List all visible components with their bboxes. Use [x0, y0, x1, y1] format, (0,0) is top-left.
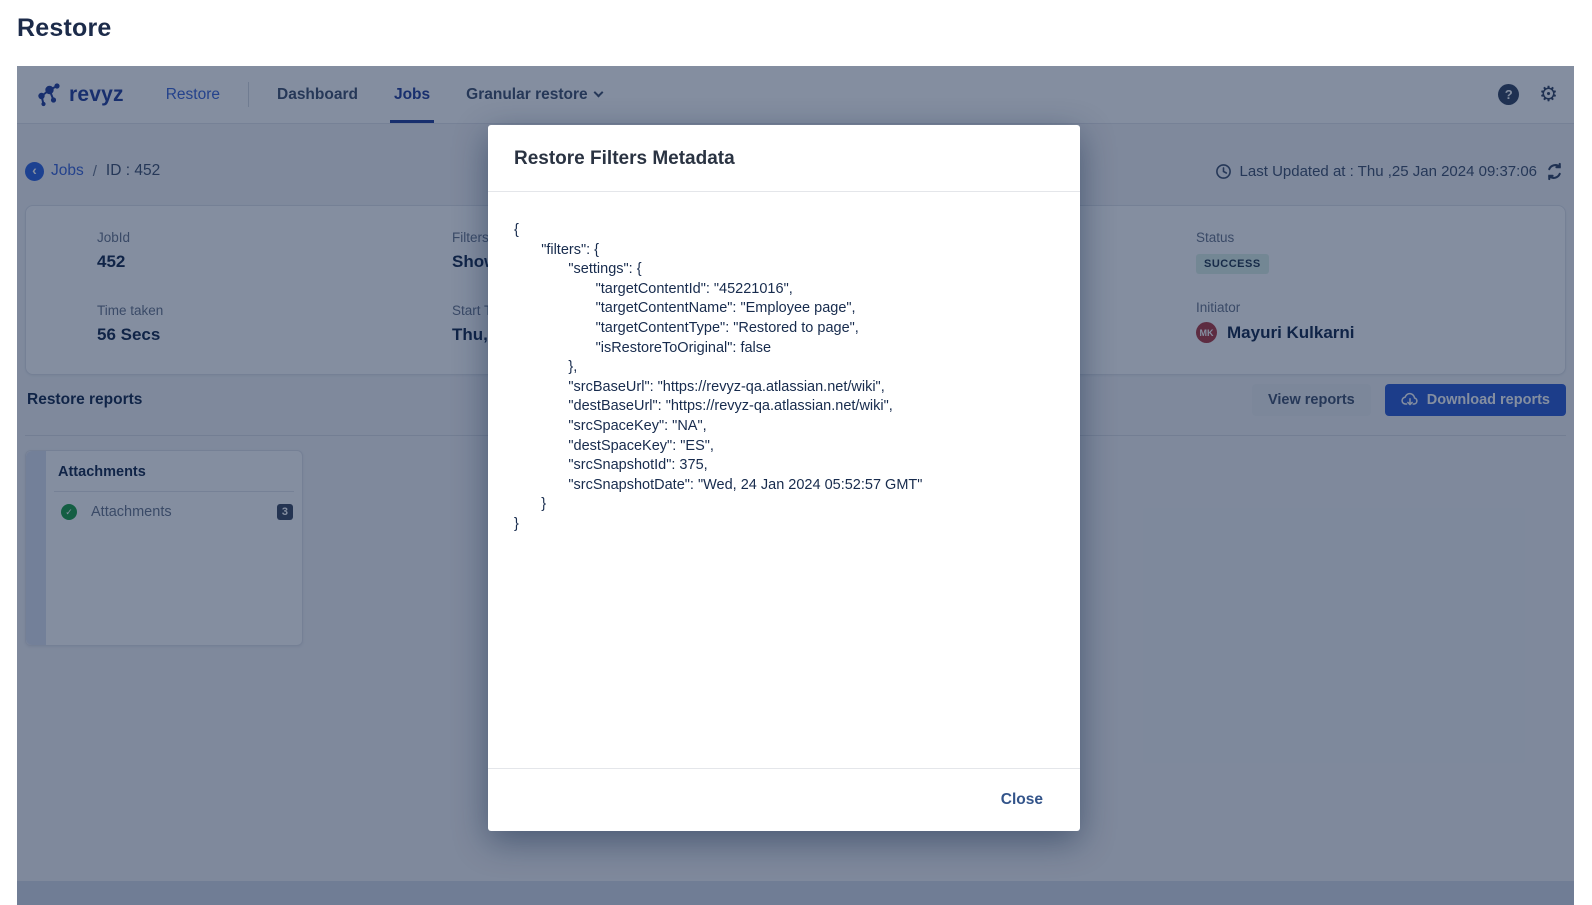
- page-title: Restore: [17, 14, 112, 42]
- json-line: "srcBaseUrl": "https://revyz-qa.atlassia…: [568, 378, 885, 395]
- json-line: }: [514, 515, 519, 532]
- json-line: "filters": {: [541, 241, 600, 258]
- json-line: "targetContentType": "Restored to page",: [595, 319, 859, 336]
- json-line: "isRestoreToOriginal": false: [595, 339, 772, 356]
- json-line: "srcSpaceKey": "NA",: [568, 417, 707, 434]
- json-line: "settings": {: [568, 261, 642, 278]
- close-button[interactable]: Close: [1001, 791, 1043, 809]
- json-line: "destBaseUrl": "https://revyz-qa.atlassi…: [568, 398, 893, 415]
- restore-filters-metadata-modal: Restore Filters Metadata { "filters": { "s…: [488, 125, 1080, 831]
- modal-footer: Close: [488, 768, 1080, 831]
- json-line: },: [568, 359, 578, 376]
- json-line: "targetContentId": "45221016",: [595, 280, 793, 297]
- modal-header: Restore Filters Metadata: [488, 125, 1080, 192]
- json-line: }: [541, 496, 547, 513]
- json-line: "destSpaceKey": "ES",: [568, 437, 714, 454]
- json-line: "srcSnapshotDate": "Wed, 24 Jan 2024 05:…: [568, 476, 923, 493]
- json-line: {: [514, 222, 519, 238]
- modal-title: Restore Filters Metadata: [514, 148, 735, 169]
- json-line: "targetContentName": "Employee page",: [595, 300, 856, 317]
- modal-json: { "filters": { "settings": { "targetContent…: [488, 192, 1080, 768]
- json-line: "srcSnapshotId": 375,: [568, 457, 708, 474]
